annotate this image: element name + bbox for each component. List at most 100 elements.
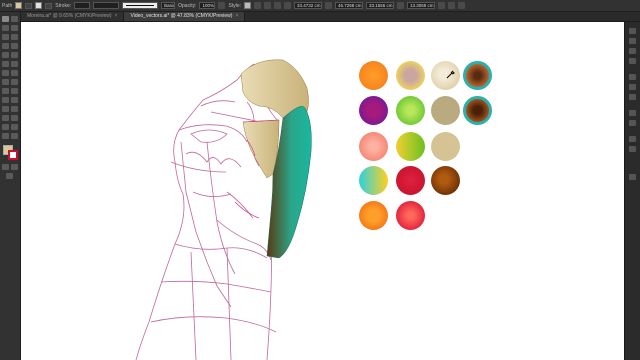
align-panel-icon[interactable] xyxy=(629,174,636,180)
stroke-panel-icon[interactable] xyxy=(629,74,636,80)
blend-tool-icon[interactable] xyxy=(11,106,18,112)
tab-label: Moreira.ai* @ 9.65% (CMYK/Preview) xyxy=(27,13,112,19)
shape-builder-tool-icon[interactable] xyxy=(2,88,9,94)
zoom-tool-icon[interactable] xyxy=(11,133,18,139)
rectangle-tool-icon[interactable] xyxy=(11,43,18,49)
scale-tool-icon[interactable] xyxy=(11,70,18,76)
opacity-label: Opacity: xyxy=(178,2,197,9)
variable-width-field[interactable] xyxy=(93,2,120,9)
y-field[interactable]: 46.7268 cm xyxy=(335,2,363,9)
style-label: Style: xyxy=(228,2,241,9)
swatches-panel-icon[interactable] xyxy=(629,38,636,44)
panel-menu-icon[interactable] xyxy=(458,2,465,9)
width-tool-icon[interactable] xyxy=(2,79,9,85)
swatch-circle[interactable] xyxy=(396,96,425,125)
eyedropper-tool-icon[interactable] xyxy=(2,106,9,112)
link-icon[interactable] xyxy=(325,2,332,9)
stroke-dropdown[interactable] xyxy=(45,2,53,9)
opacity-arrow-icon[interactable] xyxy=(218,2,226,9)
color-mode-icon[interactable] xyxy=(2,164,9,170)
artboards-panel-icon[interactable] xyxy=(629,146,636,152)
h-field[interactable]: 13.3069 cm xyxy=(407,2,435,9)
appearance-panel-icon[interactable] xyxy=(629,110,636,116)
symbols-panel-icon[interactable] xyxy=(629,58,636,64)
fill-swatch[interactable] xyxy=(15,2,23,9)
swatch-circle[interactable] xyxy=(396,61,425,90)
lasso-tool-icon[interactable] xyxy=(11,25,18,31)
slice-tool-icon[interactable] xyxy=(11,124,18,130)
swatch-circle[interactable] xyxy=(359,166,388,195)
transform-icon[interactable] xyxy=(274,2,281,9)
artboard-canvas[interactable] xyxy=(21,22,624,360)
blob-brush-tool-icon[interactable] xyxy=(2,61,9,67)
sketch-outline xyxy=(135,63,280,360)
stroke-profile-field[interactable]: Basic xyxy=(161,2,176,9)
tools-panel xyxy=(0,12,21,360)
swatch-circle[interactable] xyxy=(396,166,425,195)
eyedropper-cursor-icon xyxy=(446,70,455,79)
swatch-circle[interactable] xyxy=(359,132,388,161)
x-field[interactable]: 33.4732 cm xyxy=(294,2,322,9)
brushes-panel-icon[interactable] xyxy=(629,48,636,54)
perspective-grid-tool-icon[interactable] xyxy=(11,88,18,94)
direct-selection-tool-icon[interactable] xyxy=(11,16,18,22)
mesh-tool-icon[interactable] xyxy=(2,97,9,103)
control-bar: Path Stroke: Basic Opacity: 100% Style: … xyxy=(0,0,640,12)
style-swatch[interactable] xyxy=(244,2,251,9)
selection-tool-icon[interactable] xyxy=(2,16,9,22)
document-tab-moreira[interactable]: Moreira.ai* @ 9.65% (CMYK/Preview) × xyxy=(21,12,125,21)
swatch-circle[interactable] xyxy=(396,201,425,230)
cheek-shape[interactable] xyxy=(242,119,280,179)
symbol-sprayer-tool-icon[interactable] xyxy=(2,115,9,121)
eraser-tool-icon[interactable] xyxy=(11,61,18,67)
graph-tool-icon[interactable] xyxy=(11,115,18,121)
pen-tool-icon[interactable] xyxy=(2,34,9,40)
opacity-field[interactable]: 100% xyxy=(199,2,216,9)
panel-label: Path xyxy=(2,2,13,9)
document-tab-video-vectors[interactable]: Video_vectors.ai* @ 47.83% (CMYK/Preview… xyxy=(124,12,246,21)
paintbrush-tool-icon[interactable] xyxy=(2,52,9,58)
brush-definition[interactable] xyxy=(122,2,159,9)
recolor-icon[interactable] xyxy=(254,2,261,9)
close-icon[interactable]: × xyxy=(235,13,238,19)
close-icon[interactable]: × xyxy=(115,13,118,19)
transparency-panel-icon[interactable] xyxy=(629,94,636,100)
reference-point-icon[interactable] xyxy=(284,2,291,9)
artboard-tool-icon[interactable] xyxy=(2,124,9,130)
panel-dock xyxy=(624,22,640,360)
pencil-tool-icon[interactable] xyxy=(11,52,18,58)
w-field[interactable]: 33.1556 cm xyxy=(366,2,394,9)
stroke-color-icon[interactable] xyxy=(8,150,18,160)
stroke-swatch[interactable] xyxy=(35,2,43,9)
hand-tool-icon[interactable] xyxy=(2,133,9,139)
swatch-circle[interactable] xyxy=(359,201,388,230)
line-tool-icon[interactable] xyxy=(2,43,9,49)
isolate-icon[interactable] xyxy=(448,2,455,9)
swatch-circle[interactable] xyxy=(359,61,388,90)
swatch-circle[interactable] xyxy=(463,61,492,90)
tab-label: Video_vectors.ai* @ 47.83% (CMYK/Preview… xyxy=(130,13,233,19)
type-tool-icon[interactable] xyxy=(11,34,18,40)
stroke-weight-field[interactable] xyxy=(74,2,91,9)
swatch-circle[interactable] xyxy=(431,96,460,125)
magic-wand-tool-icon[interactable] xyxy=(2,25,9,31)
swatch-circle[interactable] xyxy=(359,96,388,125)
align-icon[interactable] xyxy=(264,2,271,9)
fill-dropdown[interactable] xyxy=(25,2,33,9)
screen-mode-icon[interactable] xyxy=(6,173,13,179)
layers-panel-icon[interactable] xyxy=(629,136,636,142)
swatch-circle[interactable] xyxy=(431,166,460,195)
swatch-circle[interactable] xyxy=(431,132,460,161)
swatch-circle[interactable] xyxy=(396,132,425,161)
color-panel-icon[interactable] xyxy=(629,28,636,34)
draw-mode-icon[interactable] xyxy=(11,164,18,170)
swatch-circle[interactable] xyxy=(463,96,492,125)
graphic-styles-panel-icon[interactable] xyxy=(629,120,636,126)
document-tab-bar: Moreira.ai* @ 9.65% (CMYK/Preview) × Vide… xyxy=(21,12,640,22)
gradient-panel-icon[interactable] xyxy=(629,84,636,90)
free-transform-tool-icon[interactable] xyxy=(11,79,18,85)
gradient-tool-icon[interactable] xyxy=(11,97,18,103)
constrain-icon[interactable] xyxy=(397,2,404,9)
transform-again-icon[interactable] xyxy=(438,2,445,9)
rotate-tool-icon[interactable] xyxy=(2,70,9,76)
